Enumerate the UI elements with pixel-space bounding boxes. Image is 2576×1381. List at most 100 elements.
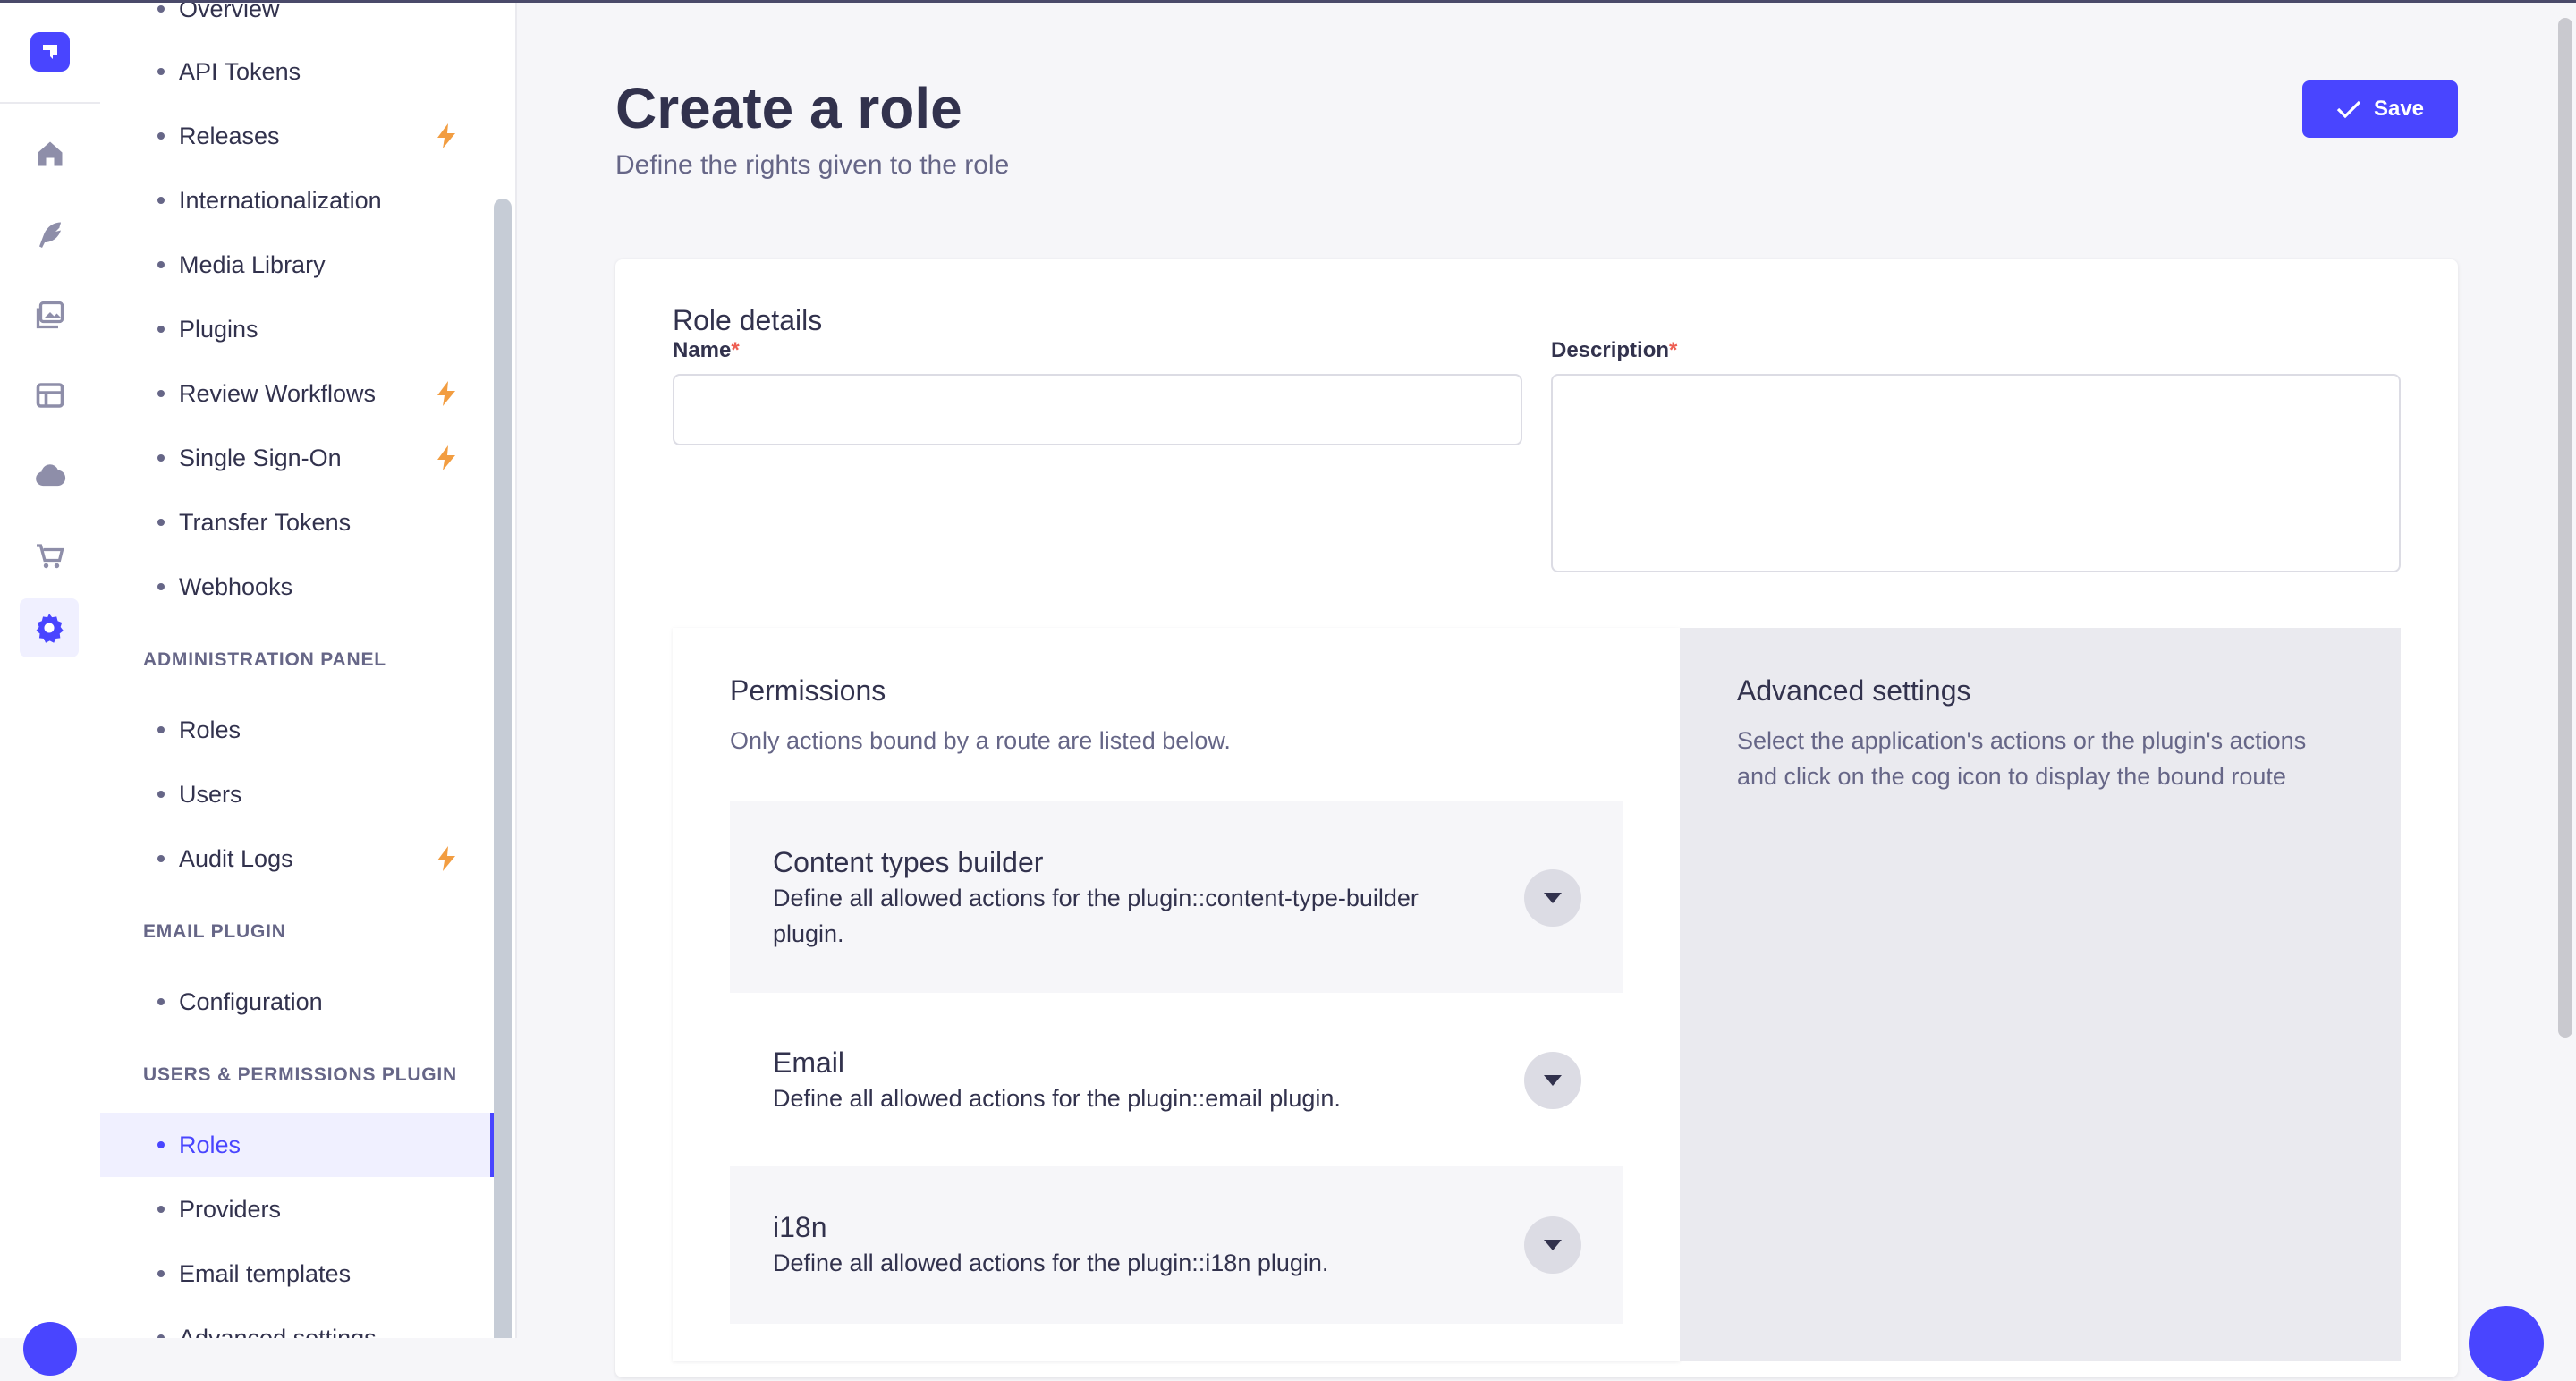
permissions-title: Permissions [730, 674, 886, 707]
required-mark: * [731, 338, 740, 362]
strapi-logo[interactable] [30, 32, 70, 72]
subnav-item-review-workflows[interactable]: Review Workflows [100, 361, 494, 426]
subnav-item-label: Roles [179, 1131, 242, 1158]
subnav-item-label: Webhooks [179, 572, 293, 600]
window-top-border [0, 0, 2576, 3]
lightning-icon [437, 846, 455, 871]
subnav-item-label: Configuration [179, 987, 323, 1015]
subnav-item-email-templates[interactable]: Email templates [100, 1241, 494, 1306]
name-input[interactable] [673, 374, 1522, 445]
subnav-item-label: Audit Logs [179, 844, 293, 872]
subnav-item-configuration[interactable]: Configuration [100, 970, 494, 1034]
subnav-item-media-library[interactable]: Media Library [100, 233, 494, 297]
lightning-icon [437, 445, 455, 470]
settings-subnav: Overview API Tokens Releases Internation… [100, 0, 517, 1338]
page-title: Create a role [615, 76, 962, 140]
description-label-text: Description [1551, 338, 1670, 362]
subnav-item-label: Users [179, 780, 242, 808]
bullet-dot [157, 998, 165, 1005]
subnav-item-label: Plugins [179, 315, 258, 343]
subnav-item-label: Review Workflows [179, 379, 377, 407]
bullet-dot [157, 726, 165, 733]
accordion-title: Email [773, 1046, 845, 1079]
bullet-dot [157, 855, 165, 862]
accordion-title: Content types builder [773, 846, 1044, 878]
bullet-dot [157, 1334, 165, 1338]
bullet-dot [157, 454, 165, 462]
subnav-item-users[interactable]: Users [100, 762, 494, 826]
accordion-email[interactable]: Email Define all allowed actions for the… [730, 993, 1623, 1166]
subnav-item-single-sign-on[interactable]: Single Sign-On [100, 426, 494, 490]
description-label: Description* [1551, 338, 1677, 363]
bullet-dot [157, 1270, 165, 1277]
bullet-dot [157, 68, 165, 75]
subnav-item-label: Media Library [179, 250, 326, 278]
subnav-item-label: Transfer Tokens [179, 508, 352, 536]
bullet-dot [157, 261, 165, 268]
page-subtitle: Define the rights given to the role [615, 150, 1010, 180]
subnav-item-label: Providers [179, 1195, 282, 1223]
subnav-scrollbar[interactable] [494, 199, 512, 1338]
subnav-item-up-roles[interactable]: Roles [100, 1113, 494, 1177]
subnav-item-transfer-tokens[interactable]: Transfer Tokens [100, 490, 494, 555]
check-icon [2336, 100, 2361, 119]
permissions-subtitle: Only actions bound by a route are listed… [730, 727, 1231, 754]
chevron-down-icon[interactable] [1524, 1052, 1581, 1109]
subnav-item-audit-logs[interactable]: Audit Logs [100, 826, 494, 891]
subnav-item-label: Single Sign-On [179, 444, 342, 471]
advanced-settings-title: Advanced settings [1737, 674, 1971, 707]
save-button[interactable]: Save [2302, 80, 2458, 138]
subnav-item-webhooks[interactable]: Webhooks [100, 555, 494, 619]
subnav-item-plugins[interactable]: Plugins [100, 297, 494, 361]
accordion-title: i18n [773, 1211, 827, 1243]
required-mark: * [1669, 338, 1678, 362]
subnav-item-api-tokens[interactable]: API Tokens [100, 39, 494, 104]
main-nav-rail [0, 0, 102, 1376]
subnav-item-label: Roles [179, 716, 242, 743]
lightning-icon [437, 123, 455, 148]
description-textarea[interactable] [1551, 374, 2401, 572]
subnav-item-providers[interactable]: Providers [100, 1177, 494, 1241]
chevron-down-icon[interactable] [1524, 869, 1581, 927]
subnav-item-internationalization[interactable]: Internationalization [100, 168, 494, 233]
bullet-dot [157, 390, 165, 397]
chevron-down-icon[interactable] [1524, 1216, 1581, 1274]
help-button[interactable] [2469, 1306, 2544, 1381]
subnav-item-label: Advanced settings [179, 1324, 377, 1339]
media-library-icon[interactable] [29, 293, 72, 336]
accordion-description: Define all allowed actions for the plugi… [773, 1085, 1341, 1112]
section-title-administration-panel: ADMINISTRATION PANEL [143, 649, 386, 670]
subnav-item-advanced-settings[interactable]: Advanced settings [100, 1306, 494, 1338]
marketplace-icon[interactable] [29, 535, 72, 578]
subnav-item-releases[interactable]: Releases [100, 104, 494, 168]
section-title-users-permissions-plugin: USERS & PERMISSIONS PLUGIN [143, 1064, 458, 1085]
settings-icon[interactable] [20, 598, 79, 657]
bullet-dot [157, 132, 165, 140]
name-label-text: Name [673, 338, 732, 362]
bullet-dot [157, 1206, 165, 1213]
advanced-settings-text: Select the application's actions or the … [1737, 727, 2307, 790]
home-icon[interactable] [29, 132, 72, 175]
bullet-dot [157, 1141, 165, 1148]
section-title-email-plugin: EMAIL PLUGIN [143, 921, 286, 942]
accordion-content-types-builder[interactable]: Content types builder Define all allowed… [730, 801, 1623, 993]
subnav-item-label: Overview [179, 0, 280, 22]
lightning-icon [437, 381, 455, 406]
bullet-dot [157, 5, 165, 13]
content-type-builder-icon[interactable] [29, 374, 72, 417]
bullet-dot [157, 519, 165, 526]
bullet-dot [157, 197, 165, 204]
bullet-dot [157, 583, 165, 590]
bullet-dot [157, 326, 165, 333]
name-label: Name* [673, 338, 740, 363]
role-details-title: Role details [673, 304, 823, 336]
subnav-item-admin-roles[interactable]: Roles [100, 698, 494, 762]
subnav-item-label: Email templates [179, 1259, 352, 1287]
user-avatar[interactable] [23, 1322, 77, 1376]
page-scrollbar[interactable] [2558, 18, 2572, 1038]
content-manager-icon[interactable] [29, 213, 72, 256]
accordion-i18n[interactable]: i18n Define all allowed actions for the … [730, 1166, 1623, 1324]
subnav-item-label: Releases [179, 122, 280, 149]
subnav-item-overview[interactable]: Overview [100, 0, 494, 41]
cloud-icon[interactable] [29, 454, 72, 497]
